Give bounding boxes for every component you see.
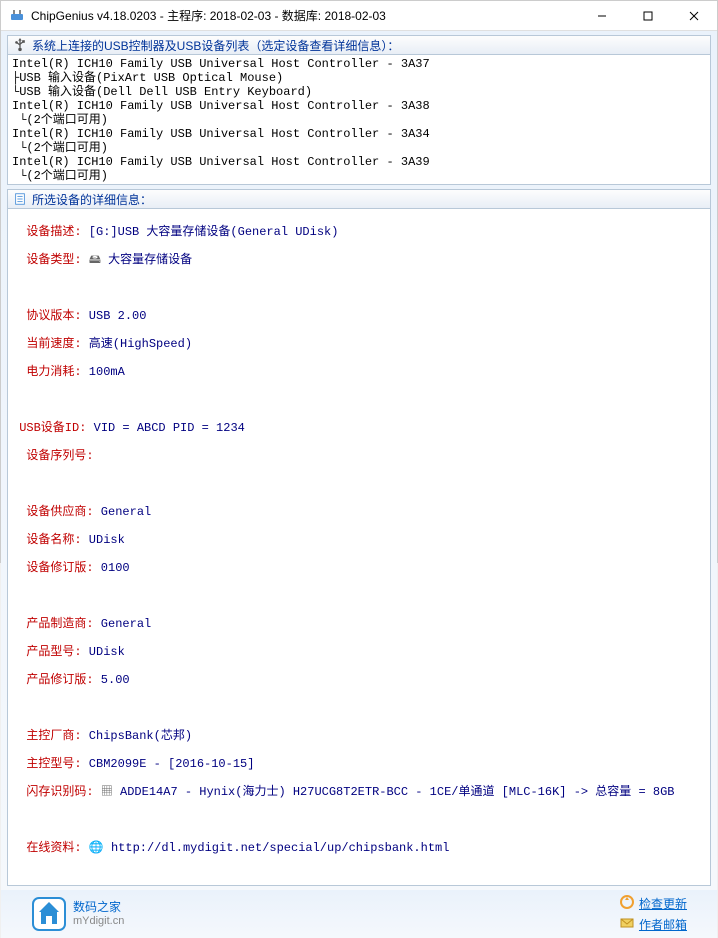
device-list-item[interactable]: Intel(R) ICH10 Family USB Universal Host… (12, 155, 706, 169)
device-list-item[interactable]: Intel(R) ICH10 Family USB Universal Host… (12, 57, 706, 71)
check-update-link[interactable]: 检查更新 (619, 894, 687, 913)
online-resource-link[interactable]: http://dl.mydigit.net/special/up/chipsba… (111, 841, 449, 855)
device-list-panel[interactable]: Intel(R) ICH10 Family USB Universal Host… (7, 55, 711, 185)
brand-logo-icon (31, 896, 67, 932)
content-area: 系统上连接的USB控制器及USB设备列表（选定设备查看详细信息）： Intel(… (1, 31, 717, 890)
device-detail-panel[interactable]: 设备描述: [G:]USB 大容量存储设备(General UDisk) 设备类… (7, 209, 711, 886)
footer-brand[interactable]: 数码之家 mYdigit.cn (31, 896, 124, 932)
brand-name: 数码之家 (73, 900, 124, 914)
device-list-item[interactable]: └USB 输入设备(Dell Dell USB Entry Keyboard) (12, 85, 706, 99)
titlebar: ChipGenius v4.18.0203 - 主程序: 2018-02-03 … (1, 1, 717, 31)
device-list-item[interactable]: └(2个端口可用) (12, 169, 706, 183)
mail-icon (619, 915, 635, 934)
device-detail-title: 所选设备的详细信息： (32, 191, 152, 208)
window-controls (579, 1, 717, 31)
globe-icon: 🌐 (89, 841, 104, 855)
app-icon (9, 8, 25, 24)
device-list-item[interactable]: └(2个端口可用) (12, 113, 706, 127)
minimize-button[interactable] (579, 1, 625, 31)
window-title: ChipGenius v4.18.0203 - 主程序: 2018-02-03 … (31, 7, 579, 24)
device-list-title: 系统上连接的USB控制器及USB设备列表（选定设备查看详细信息）： (32, 37, 399, 54)
device-list-item[interactable]: └(2个端口可用) (12, 141, 706, 155)
device-list-item[interactable]: Intel(R) ICH10 Family USB Universal Host… (12, 183, 706, 185)
close-button[interactable] (671, 1, 717, 31)
app-window: ChipGenius v4.18.0203 - 主程序: 2018-02-03 … (0, 0, 718, 563)
device-list-item[interactable]: Intel(R) ICH10 Family USB Universal Host… (12, 99, 706, 113)
info-icon (12, 191, 28, 207)
usb-icon (12, 37, 28, 53)
maximize-button[interactable] (625, 1, 671, 31)
device-list-item[interactable]: Intel(R) ICH10 Family USB Universal Host… (12, 127, 706, 141)
device-detail-header: 所选设备的详细信息： (7, 189, 711, 209)
author-mail-link[interactable]: 作者邮箱 (619, 915, 687, 934)
device-list-header: 系统上连接的USB控制器及USB设备列表（选定设备查看详细信息）： (7, 35, 711, 55)
device-list-item[interactable]: ├USB 输入设备(PixArt USB Optical Mouse) (12, 71, 706, 85)
update-icon (619, 894, 635, 913)
footer: 数码之家 mYdigit.cn 检查更新 作者邮箱 (1, 890, 717, 938)
brand-sub: mYdigit.cn (73, 914, 124, 928)
